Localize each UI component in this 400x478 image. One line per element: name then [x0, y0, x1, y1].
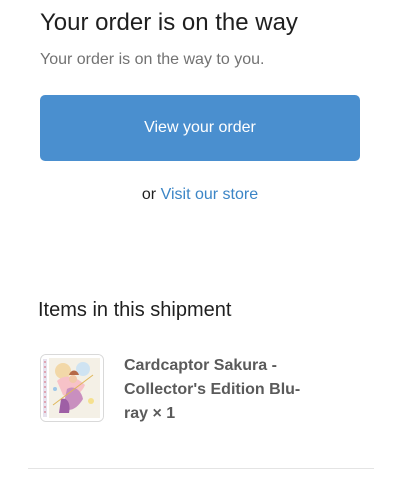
page-subtitle: Your order is on the way to you.	[40, 51, 265, 68]
item-name: Cardcaptor Sakura - Collector's Edition …	[124, 357, 301, 422]
divider	[28, 468, 374, 469]
view-order-button[interactable]: View your order	[40, 95, 360, 161]
visit-store-link[interactable]: Visit our store	[161, 186, 259, 203]
section-title: Items in this shipment	[38, 299, 232, 321]
or-text: or	[141, 186, 157, 203]
list-item: Cardcaptor Sakura - Collector's Edition …	[40, 354, 360, 424]
product-thumbnail	[40, 354, 104, 422]
page-title: Your order is on the way	[40, 9, 298, 36]
secondary-actions: or Visit our store	[0, 184, 400, 206]
